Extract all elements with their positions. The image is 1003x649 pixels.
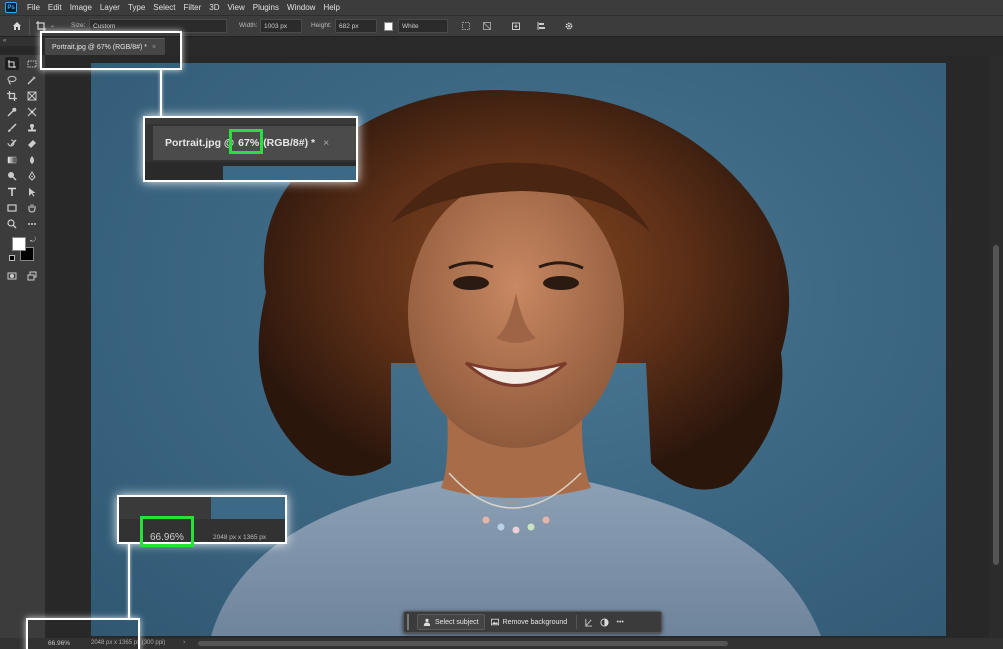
quick-mask-icon[interactable]: [5, 269, 19, 282]
swap-colors-icon[interactable]: ⤾: [30, 237, 36, 245]
callout-connector-bottom: [128, 544, 130, 619]
collapse-panel-button[interactable]: «: [0, 37, 40, 46]
magic-wand-icon[interactable]: [25, 73, 39, 86]
menu-window[interactable]: Window: [283, 3, 319, 12]
zoom-tool-icon[interactable]: [5, 217, 19, 230]
frame-tool-icon[interactable]: [25, 89, 39, 102]
zoom-readout-highlight: [140, 516, 194, 547]
rectangle-tool-icon[interactable]: [5, 201, 19, 214]
gradient-tool-icon[interactable]: [5, 153, 19, 166]
add-canvas-icon[interactable]: [509, 19, 523, 33]
eraser-icon[interactable]: [25, 137, 39, 150]
vertical-scrollbar[interactable]: [989, 55, 1003, 638]
dodge-tool-icon[interactable]: [5, 169, 19, 182]
photoshop-logo-icon: Ps: [5, 2, 17, 13]
task-divider: [576, 615, 578, 629]
fill-dropdown[interactable]: White: [398, 19, 448, 33]
hand-tool-icon[interactable]: [25, 201, 39, 214]
select-subject-label: Select subject: [435, 618, 479, 626]
marquee-tool-icon[interactable]: [25, 57, 39, 70]
eyedropper-icon[interactable]: [5, 105, 19, 118]
straighten-icon[interactable]: [459, 19, 473, 33]
chevron-right-icon[interactable]: ›: [183, 639, 185, 646]
callout-tab-suffix: (RGB/8#) *: [263, 137, 316, 149]
tab-highlight-box: [40, 31, 182, 70]
menu-select[interactable]: Select: [149, 3, 179, 12]
menu-help[interactable]: Help: [319, 3, 343, 12]
width-field[interactable]: 1003 px: [260, 19, 302, 33]
height-label: Height:: [311, 22, 332, 29]
home-icon[interactable]: [10, 19, 24, 33]
brush-tool-icon[interactable]: [5, 121, 19, 134]
photoshop-window: Ps File Edit Image Layer Type Select Fil…: [0, 0, 1003, 649]
transform-icon[interactable]: [580, 614, 596, 630]
overlay-options-icon[interactable]: [480, 19, 494, 33]
contextual-task-bar: Select subject Remove background •••: [403, 611, 662, 633]
history-brush-icon[interactable]: [5, 137, 19, 150]
more-options-icon[interactable]: •••: [612, 614, 628, 630]
artboard-tool-icon[interactable]: [5, 57, 19, 70]
callout-tab-prefix: Portrait.jpg @: [165, 137, 235, 149]
menu-bar: Ps File Edit Image Layer Type Select Fil…: [0, 0, 1003, 15]
menu-view[interactable]: View: [224, 3, 249, 12]
vertical-scroll-thumb[interactable]: [993, 245, 999, 565]
pen-tool-icon[interactable]: [25, 169, 39, 182]
gear-icon[interactable]: [562, 19, 576, 33]
drag-handle-icon[interactable]: [407, 614, 413, 630]
foreground-color-swatch[interactable]: [12, 237, 26, 251]
align-icon[interactable]: [534, 19, 548, 33]
width-label: Width:: [239, 22, 258, 29]
content-aware-move-icon[interactable]: [25, 105, 39, 118]
menu-image[interactable]: Image: [66, 3, 96, 12]
zoom-percent-highlight: [229, 129, 263, 154]
close-icon: ×: [323, 137, 330, 149]
default-colors-icon[interactable]: [9, 255, 15, 261]
height-field[interactable]: 682 px: [335, 19, 377, 33]
status-zoom-highlight-box: [26, 618, 140, 649]
horizontal-scroll-thumb[interactable]: [198, 641, 728, 646]
menu-plugins[interactable]: Plugins: [249, 3, 283, 12]
image-icon: [490, 618, 499, 626]
callout-canvas-preview: [223, 166, 356, 180]
options-divider: [29, 19, 30, 35]
callout-connector-top: [160, 70, 162, 117]
select-subject-button[interactable]: Select subject: [417, 614, 485, 630]
crop-tool-icon[interactable]: [5, 89, 19, 102]
document-tab-bar: Portrait.jpg @ 67% (RGB/8#) * ×: [40, 37, 1003, 55]
person-icon: [423, 618, 431, 626]
path-selection-icon[interactable]: [25, 185, 39, 198]
menu-type[interactable]: Type: [124, 3, 149, 12]
callout-canvas-preview: [211, 497, 285, 519]
remove-background-button[interactable]: Remove background: [485, 614, 574, 630]
fill-color-swatch[interactable]: [384, 22, 393, 31]
blur-tool-icon[interactable]: [25, 153, 39, 166]
screen-mode-icon[interactable]: [25, 269, 39, 282]
type-tool-icon[interactable]: [5, 185, 19, 198]
menu-file[interactable]: File: [23, 3, 44, 12]
more-tools-icon[interactable]: [25, 217, 39, 230]
clone-stamp-icon[interactable]: [25, 121, 39, 134]
status-bar: 66.96% 2048 px x 1365 px (300 ppi) ›: [0, 638, 1003, 649]
lasso-tool-icon[interactable]: [5, 73, 19, 86]
menu-filter[interactable]: Filter: [180, 3, 206, 12]
remove-background-label: Remove background: [502, 618, 568, 626]
menu-3d[interactable]: 3D: [205, 3, 223, 12]
adjustment-icon[interactable]: [596, 614, 612, 630]
menu-edit[interactable]: Edit: [44, 3, 66, 12]
callout-doc-info: 2048 px x 1365 px: [213, 534, 267, 541]
menu-layer[interactable]: Layer: [96, 3, 124, 12]
callout-top-strip: [145, 118, 356, 124]
tools-panel: ⤾: [0, 55, 46, 649]
